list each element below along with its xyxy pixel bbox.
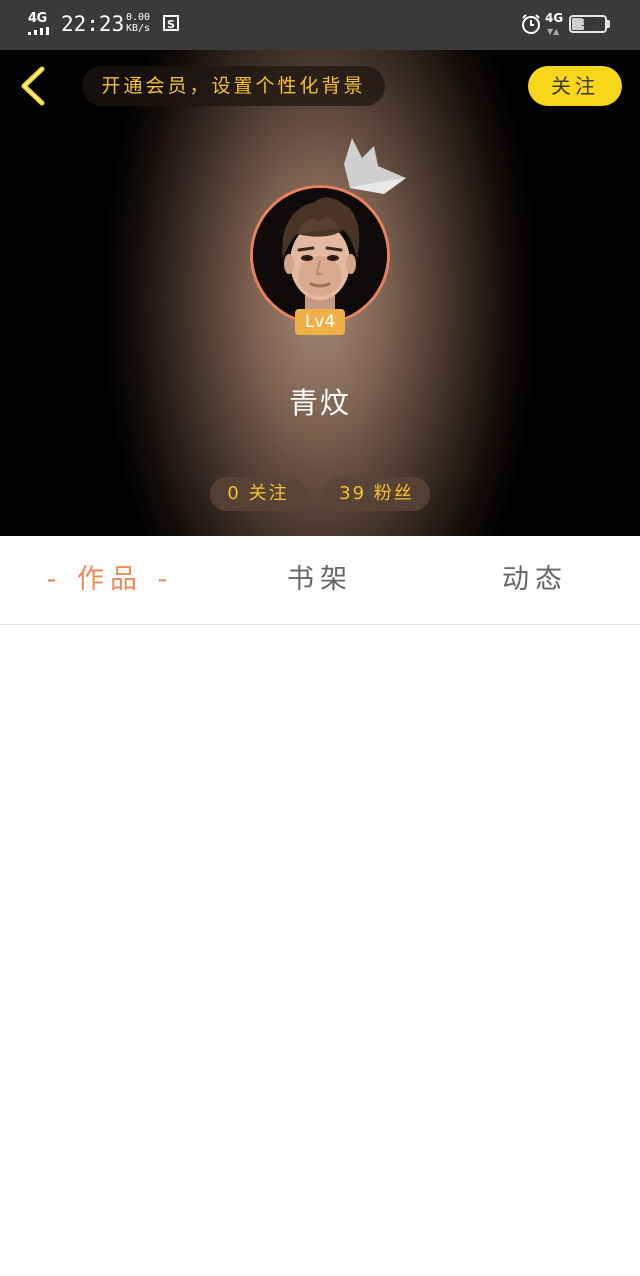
network-type-right: 4G <box>545 11 564 25</box>
network-speed: 0.00 KB/s <box>126 12 150 34</box>
avatar[interactable] <box>250 185 390 325</box>
battery-level: 37 <box>581 16 595 29</box>
tab-works[interactable]: - 作品 - <box>30 536 190 624</box>
screenshot-icon: S <box>163 15 179 31</box>
level-badge: Lv4 <box>295 309 345 335</box>
profile-tabs: - 作品 - 书架 动态 <box>0 536 640 625</box>
back-arrow-icon[interactable] <box>14 64 54 108</box>
network-type-left: 4G <box>28 11 47 26</box>
signal-icon <box>28 27 54 35</box>
tab-bookshelf[interactable]: 书架 <box>240 536 400 624</box>
fans-count[interactable]: 39 粉丝 <box>323 477 430 511</box>
tab-activity[interactable]: 动态 <box>455 536 615 624</box>
status-time: 22:23 <box>61 12 125 36</box>
alarm-icon <box>522 14 540 34</box>
network-speed-value: 0.00 <box>126 12 151 23</box>
username: 青炆 <box>288 386 351 420</box>
vip-background-banner[interactable]: 开通会员，设置个性化背景 <box>82 66 385 106</box>
status-bar: 4G 22:23 0.00 KB/s S 4G ▼▲ 37 <box>0 0 640 50</box>
following-count[interactable]: 0 关注 <box>210 477 306 511</box>
network-speed-unit: KB/s <box>126 23 151 34</box>
follow-button[interactable]: 关注 <box>528 66 622 106</box>
data-arrows-icon: ▼▲ <box>547 27 560 36</box>
svg-text:S: S <box>167 18 175 31</box>
battery-tip <box>607 20 610 28</box>
avatar-portrait <box>253 188 387 322</box>
profile-header: 开通会员，设置个性化背景 关注 Lv4 青炆 0 关注 39 粉丝 <box>0 50 640 536</box>
tab-content-area <box>0 625 640 1276</box>
